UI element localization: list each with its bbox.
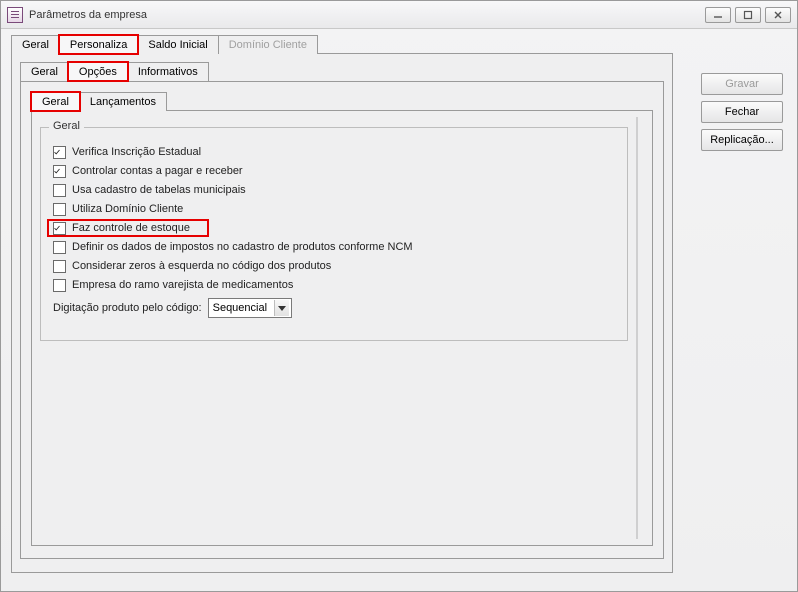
close-button[interactable] [765,7,791,23]
check-label: Definir os dados de impostos no cadastro… [72,241,413,253]
button-label: Fechar [725,106,759,118]
checkbox-controle-estoque[interactable] [53,222,66,235]
tabpanel-level2: Geral Lançamentos Geral Verifica Inscriç… [20,81,664,559]
sidebar-buttons: Gravar Fechar Replicação... [701,73,783,151]
checkbox-controlar-contas[interactable] [53,165,66,178]
tabstrip-level2: Geral Opções Informativos [20,62,664,81]
gravar-button[interactable]: Gravar [701,73,783,95]
tab-lancamentos[interactable]: Lançamentos [79,92,167,111]
check-row-highlighted: Faz controle de estoque [47,219,209,237]
tab-label: Saldo Inicial [148,39,207,51]
tab-informativos[interactable]: Informativos [127,62,209,81]
maximize-button[interactable] [735,7,761,23]
check-row: Controlar contas a pagar e receber [53,162,615,180]
dropdown-label: Digitação produto pelo código: [53,302,202,314]
dropdown-digitacao-produto[interactable]: Sequencial [208,298,292,318]
tab-opcoes[interactable]: Opções [68,62,128,81]
check-label: Considerar zeros à esquerda no código do… [72,260,331,272]
check-label: Verifica Inscrição Estadual [72,146,201,158]
check-row: Empresa do ramo varejista de medicamento… [53,276,615,294]
check-label: Faz controle de estoque [72,222,190,234]
tab-label: Geral [31,66,58,78]
check-row: Definir os dados de impostos no cadastro… [53,238,615,256]
tabstrip-level1: Geral Personaliza Saldo Inicial Domínio … [11,35,787,54]
dialog-window: Parâmetros da empresa Geral Personaliza … [0,0,798,592]
client-area: Geral Personaliza Saldo Inicial Domínio … [1,29,797,591]
tab-label: Domínio Cliente [229,39,307,51]
checkbox-zeros-esquerda[interactable] [53,260,66,273]
tabstrip-level3: Geral Lançamentos [31,92,653,111]
tab-label: Geral [22,39,49,51]
decorative-border [636,117,638,539]
tab-label: Opções [79,66,117,78]
check-row: Usa cadastro de tabelas municipais [53,181,615,199]
chevron-down-icon [274,300,289,316]
check-row: Considerar zeros à esquerda no código do… [53,257,615,275]
tabpanel-level1: Geral Opções Informativos Geral Lançamen… [11,53,673,573]
replicacao-button[interactable]: Replicação... [701,129,783,151]
tab-label: Lançamentos [90,96,156,108]
groupbox-title: Geral [49,120,84,132]
tab-geral-l1[interactable]: Geral [11,35,60,54]
window-title: Parâmetros da empresa [29,9,705,21]
fechar-button[interactable]: Fechar [701,101,783,123]
dropdown-value: Sequencial [213,302,267,314]
window-controls [705,7,791,23]
check-row: Utiliza Domínio Cliente [53,200,615,218]
dropdown-row: Digitação produto pelo código: Sequencia… [53,298,615,318]
app-icon [7,7,23,23]
checkbox-verifica-inscricao[interactable] [53,146,66,159]
checkbox-impostos-ncm[interactable] [53,241,66,254]
tab-saldo-inicial[interactable]: Saldo Inicial [137,35,218,54]
button-label: Gravar [725,78,759,90]
groupbox-geral: Geral Verifica Inscrição Estadual Contro… [40,127,628,341]
tab-label: Informativos [138,66,198,78]
tab-label: Geral [42,96,69,108]
tab-dominio-cliente: Domínio Cliente [218,35,318,54]
tab-geral-l3[interactable]: Geral [31,92,80,111]
titlebar: Parâmetros da empresa [1,1,797,29]
button-label: Replicação... [710,134,774,146]
minimize-button[interactable] [705,7,731,23]
checkbox-varejista-medicamentos[interactable] [53,279,66,292]
check-label: Usa cadastro de tabelas municipais [72,184,246,196]
check-label: Controlar contas a pagar e receber [72,165,243,177]
check-row: Verifica Inscrição Estadual [53,143,615,161]
tab-geral-l2[interactable]: Geral [20,62,69,81]
tab-label: Personaliza [70,39,127,51]
tab-personaliza[interactable]: Personaliza [59,35,138,54]
check-label: Empresa do ramo varejista de medicamento… [72,279,293,291]
tabpanel-level3: Geral Verifica Inscrição Estadual Contro… [31,110,653,546]
checkbox-tabelas-municipais[interactable] [53,184,66,197]
check-label: Utiliza Domínio Cliente [72,203,183,215]
checkbox-dominio-cliente[interactable] [53,203,66,216]
